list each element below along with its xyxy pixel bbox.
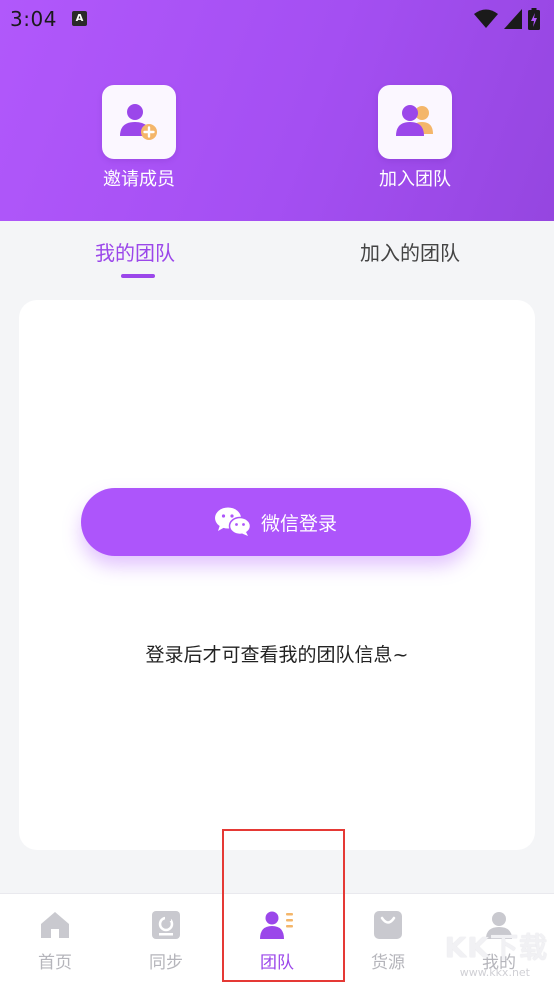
join-team-label: 加入团队 bbox=[379, 169, 451, 190]
join-team-button[interactable]: 加入团队 bbox=[360, 85, 470, 191]
nav-item-home[interactable]: 首页 bbox=[15, 910, 95, 973]
signal-icon bbox=[504, 9, 522, 29]
bag-icon bbox=[374, 911, 402, 939]
team-icon bbox=[260, 911, 293, 939]
wifi-icon bbox=[474, 9, 498, 28]
active-tab-indicator bbox=[121, 274, 155, 278]
home-icon bbox=[41, 912, 69, 938]
invite-member-button[interactable]: 邀请成员 bbox=[84, 85, 194, 191]
nav-item-sync[interactable]: 同步 bbox=[126, 910, 206, 973]
tab-my-team[interactable]: 我的团队 bbox=[95, 237, 175, 266]
watermark-logo: KK下载 bbox=[444, 931, 548, 964]
nav-item-team[interactable]: 团队 bbox=[237, 910, 317, 973]
status-icons bbox=[474, 8, 540, 30]
wechat-icon bbox=[214, 507, 251, 536]
sync-icon bbox=[152, 911, 180, 939]
battery-icon bbox=[528, 8, 540, 30]
app-notification-icon: A bbox=[72, 11, 87, 26]
status-bar: 3:04 A bbox=[0, 0, 554, 38]
wechat-login-label: 微信登录 bbox=[260, 512, 337, 535]
join-team-tile bbox=[378, 85, 452, 159]
nav-item-goods[interactable]: 货源 bbox=[348, 910, 428, 973]
tab-joined-teams[interactable]: 加入的团队 bbox=[360, 237, 460, 266]
watermark-url: www.kkx.net bbox=[459, 966, 530, 979]
team-members-icon bbox=[396, 105, 433, 136]
nav-label-team: 团队 bbox=[260, 953, 294, 973]
status-time: 3:04 bbox=[10, 7, 57, 31]
team-tabs: 我的团队 加入的团队 bbox=[0, 221, 554, 296]
login-hint-text: 登录后才可查看我的团队信息~ bbox=[145, 644, 409, 666]
invite-member-tile bbox=[102, 85, 176, 159]
nav-label-home: 首页 bbox=[38, 953, 72, 973]
nav-label-sync: 同步 bbox=[149, 953, 183, 973]
nav-label-goods: 货源 bbox=[371, 953, 405, 973]
wechat-login-button[interactable]: 微信登录 bbox=[81, 488, 471, 556]
add-member-icon bbox=[120, 104, 157, 140]
team-content-card: 微信登录 登录后才可查看我的团队信息~ bbox=[19, 300, 535, 850]
invite-member-label: 邀请成员 bbox=[103, 169, 175, 190]
